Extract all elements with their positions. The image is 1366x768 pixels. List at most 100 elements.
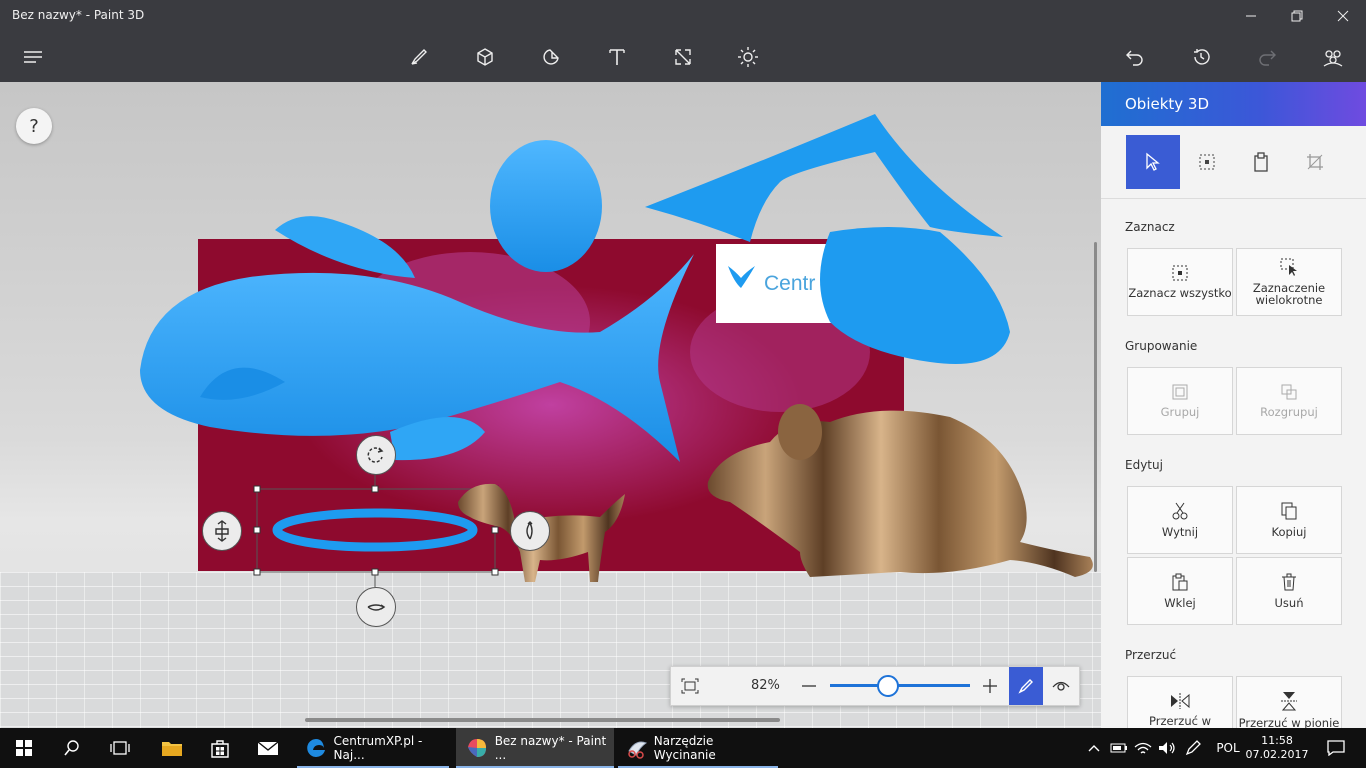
- clock[interactable]: 11:58 07.02.2017: [1246, 728, 1309, 768]
- flip-vertical-icon: [1281, 692, 1297, 711]
- zoom-bar: 82%: [670, 666, 1080, 706]
- action-center-button[interactable]: [1318, 728, 1354, 768]
- pen-icon: [1185, 740, 1201, 756]
- battery-tray[interactable]: [1107, 728, 1131, 768]
- rotate-icon: [367, 447, 384, 463]
- tab-select-area[interactable]: [1180, 135, 1234, 189]
- text-icon: [609, 49, 625, 65]
- delete-label: Usuń: [1274, 596, 1304, 610]
- taskbar-app-label: CentrumXP.pl - Naj...: [333, 734, 423, 762]
- battery-icon: [1110, 743, 1127, 753]
- task-view-button[interactable]: [96, 728, 144, 768]
- rotate-y-handle[interactable]: [510, 511, 550, 551]
- panel-header: Obiekty 3D: [1101, 82, 1366, 126]
- store-button[interactable]: [196, 728, 244, 768]
- tool-3d-objects[interactable]: [469, 41, 501, 73]
- minimize-button[interactable]: [1228, 0, 1274, 32]
- paste-button[interactable]: Wklej: [1127, 557, 1233, 625]
- file-explorer-button[interactable]: [148, 728, 196, 768]
- flip-vertical-button[interactable]: Przerzuć w pionie: [1236, 676, 1342, 728]
- tool-canvas[interactable]: [667, 41, 699, 73]
- group-icon: [1172, 384, 1188, 400]
- edit-view-button[interactable]: [1009, 667, 1043, 705]
- copy-button[interactable]: Kopiuj: [1236, 486, 1342, 554]
- effects-icon: [738, 47, 758, 67]
- history-button[interactable]: [1185, 41, 1217, 73]
- zoom-out-button[interactable]: [799, 675, 819, 697]
- redo-button[interactable]: [1251, 41, 1283, 73]
- copy-label: Kopiuj: [1271, 525, 1307, 539]
- ungroup-button[interactable]: Rozgrupuj: [1236, 367, 1342, 435]
- undo-button[interactable]: [1119, 41, 1151, 73]
- tool-stickers[interactable]: [535, 41, 567, 73]
- tab-crop[interactable]: [1288, 135, 1342, 189]
- cut-button[interactable]: Wytnij: [1127, 486, 1233, 554]
- snipping-tool-icon: [628, 741, 648, 759]
- remix-button[interactable]: [1317, 41, 1349, 73]
- taskbar: CentrumXP.pl - Naj... Bez nazwy* - Paint…: [0, 728, 1366, 768]
- zoom-in-button[interactable]: [980, 675, 1000, 697]
- menu-button[interactable]: [17, 41, 49, 73]
- start-button[interactable]: [0, 728, 48, 768]
- restore-button[interactable]: [1274, 0, 1320, 32]
- multi-select-button[interactable]: Zaznaczenie wielokrotne: [1236, 248, 1342, 316]
- select-all-label: Zaznacz wszystko: [1128, 286, 1232, 300]
- taskbar-app-edge[interactable]: CentrumXP.pl - Naj...: [297, 728, 449, 768]
- flip-horizontal-button[interactable]: Przerzuć w: [1127, 676, 1233, 728]
- multi-select-label: Zaznaczenie wielokrotne: [1252, 281, 1326, 307]
- rotate-x-handle[interactable]: [356, 587, 396, 627]
- tool-effects[interactable]: [732, 41, 764, 73]
- pen-tray[interactable]: [1181, 728, 1205, 768]
- close-button[interactable]: [1320, 0, 1366, 32]
- zoom-slider[interactable]: [830, 684, 970, 687]
- rotate-z-handle[interactable]: [356, 435, 396, 475]
- minimize-icon: [1246, 15, 1256, 17]
- wifi-tray[interactable]: [1131, 728, 1155, 768]
- tool-brushes[interactable]: [403, 41, 435, 73]
- ungroup-label: Rozgrupuj: [1260, 405, 1318, 419]
- help-button[interactable]: ?: [16, 108, 52, 144]
- flip-horizontal-label: Przerzuć w: [1148, 714, 1211, 728]
- group-button[interactable]: Grupuj: [1127, 367, 1233, 435]
- language-indicator[interactable]: POL: [1210, 728, 1246, 768]
- taskbar-app-snipping[interactable]: Narzędzie Wycinanie: [618, 728, 778, 768]
- zoom-percent: 82%: [751, 678, 780, 693]
- flip-horizontal-icon: [1171, 693, 1190, 709]
- horizontal-scrollbar[interactable]: [305, 718, 780, 722]
- drawing-canvas[interactable]: ? Centr 82%: [0, 82, 1101, 728]
- chevron-up-icon: [1088, 745, 1100, 752]
- restore-icon: [1291, 10, 1303, 22]
- fit-to-screen-button[interactable]: [679, 675, 701, 697]
- help-label: ?: [29, 115, 39, 137]
- flip-vertical-label: Przerzuć w pionie: [1238, 716, 1340, 728]
- zoom-slider-thumb[interactable]: [877, 675, 900, 697]
- show-hidden-icons-button[interactable]: [1083, 728, 1105, 768]
- select-all-button[interactable]: Zaznacz wszystko: [1127, 248, 1233, 316]
- tool-text[interactable]: [601, 41, 633, 73]
- taskbar-app-label: Bez nazwy* - Paint ...: [494, 734, 607, 762]
- volume-tray[interactable]: [1155, 728, 1179, 768]
- store-bag-icon: [211, 740, 229, 758]
- scene: [140, 114, 1093, 587]
- move-depth-handle[interactable]: [202, 511, 242, 551]
- taskbar-app-paint3d[interactable]: Bez nazwy* - Paint ...: [456, 728, 614, 768]
- delete-button[interactable]: Usuń: [1236, 557, 1342, 625]
- search-button[interactable]: [48, 728, 96, 768]
- hamburger-icon: [24, 51, 42, 63]
- tab-select-tool[interactable]: [1126, 135, 1180, 189]
- rotate-vertical-icon: [526, 521, 533, 540]
- tab-clipboard[interactable]: [1234, 135, 1288, 189]
- vertical-scrollbar[interactable]: [1094, 242, 1097, 572]
- fit-screen-icon: [681, 678, 699, 694]
- notifications-icon: [1327, 740, 1345, 756]
- section-flip: Przerzuć: [1125, 648, 1177, 662]
- canvas-resize-icon: [675, 49, 691, 65]
- logo-text: Centr: [764, 272, 816, 295]
- pencil-icon: [1018, 679, 1033, 694]
- mail-button[interactable]: [244, 728, 292, 768]
- history-icon: [1194, 49, 1210, 65]
- view-3d-button[interactable]: [1043, 667, 1079, 705]
- paste-icon: [1172, 573, 1188, 591]
- cut-label: Wytnij: [1161, 525, 1199, 539]
- remix-icon: [1323, 50, 1343, 67]
